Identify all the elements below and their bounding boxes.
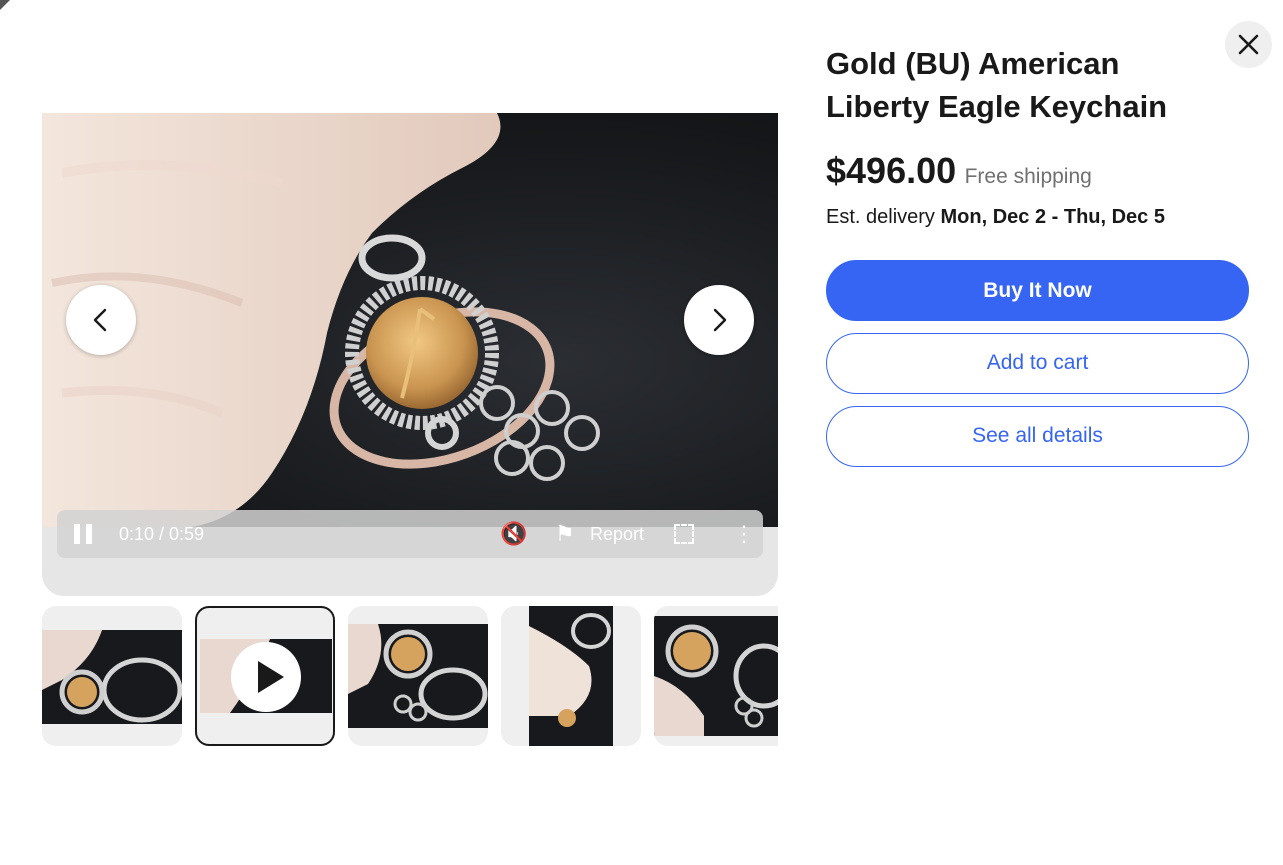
delivery-estimate: Est. delivery Mon, Dec 2 - Thu, Dec 5 xyxy=(826,206,1165,229)
chevron-right-icon xyxy=(713,308,727,332)
fullscreen-icon[interactable] xyxy=(674,524,694,544)
close-icon xyxy=(1238,34,1259,55)
next-media-button[interactable] xyxy=(684,285,754,355)
report-link[interactable]: Report xyxy=(590,522,644,546)
thumbnail-photo xyxy=(42,630,182,724)
add-to-cart-button[interactable]: Add to cart xyxy=(826,333,1249,394)
thumbnail-photo xyxy=(654,616,778,736)
mute-icon[interactable]: 🔇 xyxy=(500,522,527,546)
delivery-dates: Mon, Dec 2 - Thu, Dec 5 xyxy=(940,206,1165,228)
video-controls: 0:10 / 0:59 🔇 ⚑ Report ⋮ xyxy=(57,510,763,558)
media-viewer: 0:10 / 0:59 🔇 ⚑ Report ⋮ xyxy=(42,113,778,596)
price-row: $496.00 Free shipping xyxy=(826,150,1092,192)
more-icon[interactable]: ⋮ xyxy=(733,522,755,546)
buy-it-now-button[interactable]: Buy It Now xyxy=(826,260,1249,321)
see-all-details-button[interactable]: See all details xyxy=(826,406,1249,467)
price: $496.00 xyxy=(826,150,957,191)
product-video[interactable] xyxy=(42,113,778,527)
close-button[interactable] xyxy=(1225,21,1272,68)
thumbnail-image-4[interactable] xyxy=(501,606,641,746)
thumbnail-image-3[interactable] xyxy=(348,606,488,746)
chevron-left-icon xyxy=(93,308,107,332)
pause-icon[interactable] xyxy=(74,522,94,546)
delivery-label: Est. delivery xyxy=(826,206,935,228)
thumbnail-strip xyxy=(42,606,778,748)
previous-media-button[interactable] xyxy=(66,285,136,355)
window-corner xyxy=(0,0,10,10)
play-icon xyxy=(231,642,301,712)
thumbnail-image-5[interactable] xyxy=(654,606,778,746)
thumbnail-photo xyxy=(348,624,488,728)
video-time: 0:10 / 0:59 xyxy=(119,524,205,544)
product-title: Gold (BU) American Liberty Eagle Keychai… xyxy=(826,46,1168,124)
thumbnail-image-1[interactable] xyxy=(42,606,182,746)
thumbnail-video[interactable] xyxy=(195,606,335,746)
flag-icon[interactable]: ⚑ xyxy=(555,522,575,546)
shipping-info: Free shipping xyxy=(964,165,1092,188)
thumbnail-photo xyxy=(529,606,613,746)
